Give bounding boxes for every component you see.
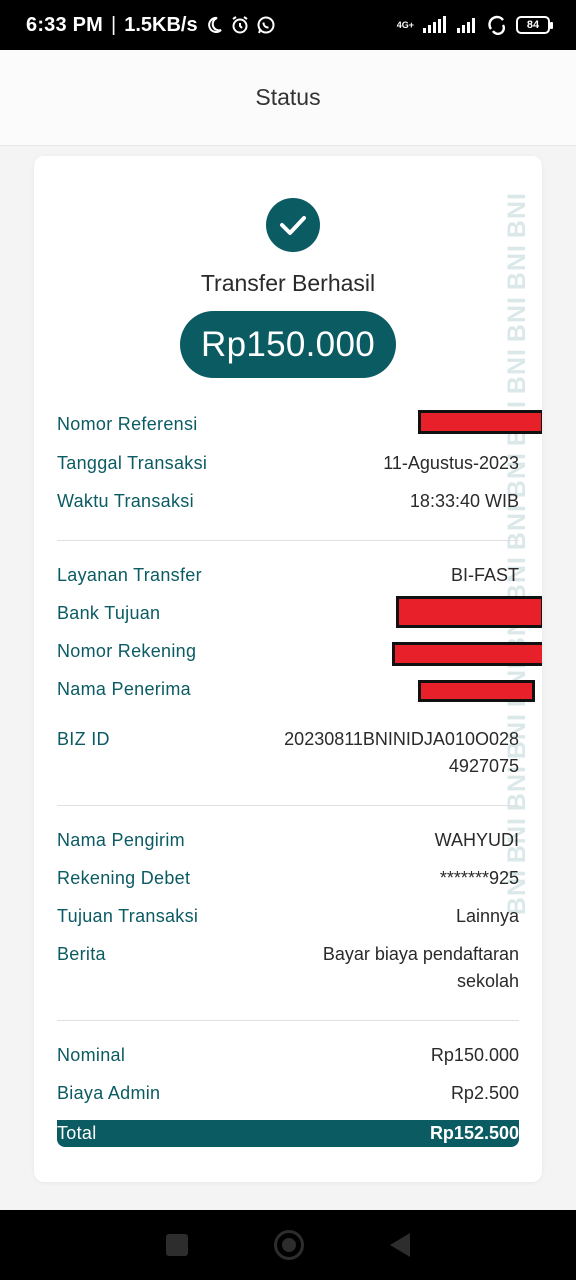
layanan-label: Layanan Transfer: [57, 565, 202, 585]
row-biz-id: BIZ ID 20230811BNINIDJA010O028 4927075: [57, 726, 519, 780]
total-bar: Total Rp152.500: [57, 1120, 519, 1147]
row-layanan: Layanan Transfer BI-FAST: [57, 562, 519, 589]
rekening-debet-value: *******925: [439, 868, 519, 888]
tujuan-transaksi-value: Lainnya: [455, 906, 519, 926]
divider: [57, 805, 519, 806]
nomor-rekening-label: Nomor Rekening: [57, 641, 197, 661]
watermark-text: BNI: [502, 192, 531, 239]
row-tujuan-transaksi: Tujuan Transaksi Lainnya: [57, 903, 519, 930]
biaya-admin-label: Biaya Admin: [57, 1083, 161, 1103]
nominal-label: Nominal: [57, 1045, 126, 1065]
nominal-value: Rp150.000: [430, 1045, 519, 1065]
tanggal-value: 11-Agustus-2023: [383, 453, 519, 473]
signal-icon-2: [457, 18, 475, 33]
watermark-text: BNI: [502, 296, 531, 343]
network-type: 4G+: [396, 19, 414, 30]
redacted-nomor-rekening: [392, 642, 542, 666]
alarm-icon: [232, 16, 248, 34]
divider: [57, 540, 519, 541]
row-nama-pengirim: Nama Pengirim WAHYUDI: [57, 827, 519, 854]
signal-icon: [423, 16, 446, 33]
row-biaya-admin: Biaya Admin Rp2.500: [57, 1080, 519, 1107]
biz-id-label: BIZ ID: [57, 729, 110, 749]
receipt-card: BNI BNI BNI BNI BNI BNI BNI BNI BNI BNI …: [34, 156, 542, 1182]
success-check-icon: [266, 198, 320, 252]
biz-id-line-2: 4927075: [448, 756, 519, 776]
app-bar: Status: [0, 50, 576, 146]
biz-id-line-1: 20230811BNINIDJA010O028: [284, 729, 519, 749]
battery-icon: 84: [516, 16, 553, 34]
bank-tujuan-label: Bank Tujuan: [57, 603, 161, 623]
transfer-status-title: Transfer Berhasil: [200, 270, 376, 296]
waktu-label: Waktu Transaksi: [57, 491, 194, 511]
redacted-nama-penerima: [418, 680, 535, 702]
row-waktu: Waktu Transaksi 18:33:40 WIB: [57, 488, 519, 515]
transfer-amount: Rp150.000: [180, 311, 396, 378]
nomor-referensi-label: Nomor Referensi: [57, 414, 198, 434]
biz-id-value: 20230811BNINIDJA010O028 4927075: [284, 726, 519, 780]
layanan-value: BI-FAST: [450, 565, 519, 585]
rekening-debet-label: Rekening Debet: [57, 868, 191, 888]
page-title: Status: [255, 84, 321, 110]
row-berita: Berita Bayar biaya pendaftaran sekolah: [57, 941, 519, 995]
recent-apps-button[interactable]: [166, 1234, 188, 1256]
hotspot-icon: [488, 15, 506, 35]
redacted-nomor-referensi: [418, 410, 542, 434]
status-right: 4G+ 84: [396, 15, 553, 35]
status-separator: |: [111, 13, 117, 36]
row-tanggal: Tanggal Transaksi 11-Agustus-2023: [57, 450, 519, 477]
divider: [57, 1020, 519, 1021]
row-rekening-debet: Rekening Debet *******925: [57, 865, 519, 892]
nama-pengirim-value: WAHYUDI: [434, 830, 519, 850]
redacted-bank-tujuan: [396, 596, 542, 628]
berita-line-1: Bayar biaya pendaftaran: [322, 944, 519, 964]
status-time: 6:33 PM: [26, 13, 103, 36]
status-bar: 6:33 PM | 1.5KB/s 4G+ 84: [0, 0, 576, 50]
moon-icon: [207, 16, 222, 33]
watermark-text: BNI: [502, 348, 531, 395]
nama-pengirim-label: Nama Pengirim: [57, 830, 185, 850]
tujuan-transaksi-label: Tujuan Transaksi: [57, 906, 199, 926]
biaya-admin-value: Rp2.500: [450, 1083, 519, 1103]
whatsapp-icon: [257, 16, 275, 34]
system-nav-bar: [0, 1210, 576, 1280]
total-label: Total: [57, 1123, 97, 1143]
nama-penerima-label: Nama Penerima: [57, 679, 191, 699]
home-button[interactable]: [274, 1230, 304, 1260]
status-icons: [204, 15, 276, 35]
berita-line-2: sekolah: [456, 971, 519, 991]
berita-value: Bayar biaya pendaftaran sekolah: [323, 941, 519, 995]
network-speed: 1.5KB/s: [124, 13, 198, 36]
waktu-value: 18:33:40 WIB: [409, 491, 519, 511]
row-nominal: Nominal Rp150.000: [57, 1042, 519, 1069]
berita-label: Berita: [57, 944, 106, 964]
back-button[interactable]: [390, 1233, 410, 1257]
total-value: Rp152.500: [429, 1123, 519, 1143]
tanggal-label: Tanggal Transaksi: [57, 453, 208, 473]
